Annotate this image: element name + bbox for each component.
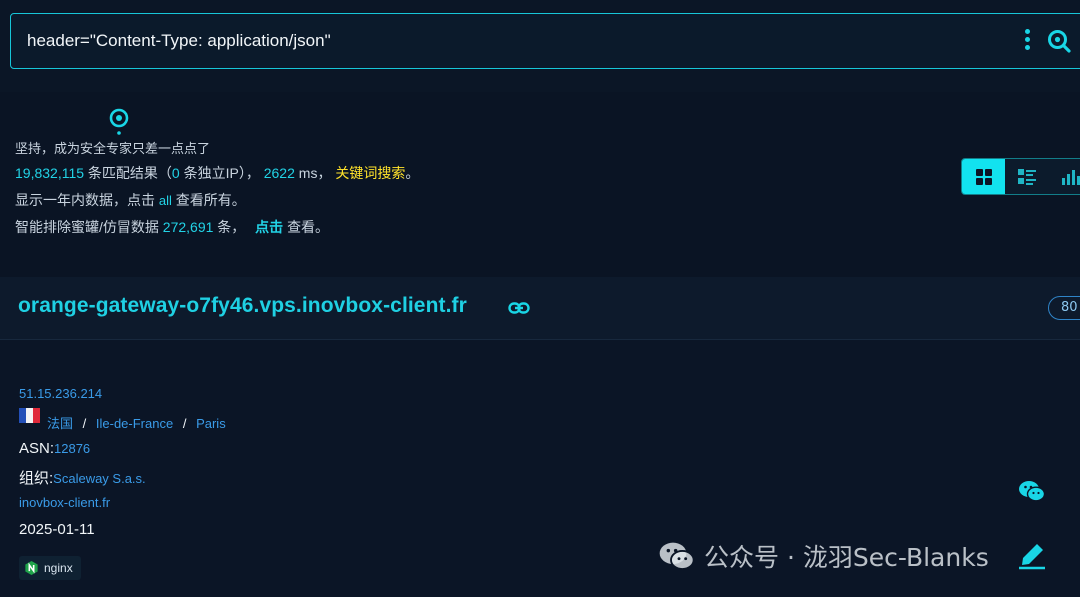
- search-icon[interactable]: [1046, 28, 1072, 54]
- edit-icon[interactable]: [1017, 538, 1047, 570]
- results-summary: [0, 92, 1080, 277]
- search-query[interactable]: header="Content-Type: application/json": [27, 31, 331, 51]
- grid-icon: [975, 168, 992, 185]
- keyword-search-link[interactable]: 关键词搜索: [335, 165, 405, 181]
- result-hostname-link[interactable]: orange-gateway-o7fy46.vps.inovbox-client…: [18, 294, 467, 318]
- nginx-tag[interactable]: nginx: [19, 556, 81, 580]
- link-icon[interactable]: [508, 301, 530, 315]
- country-link[interactable]: 法国: [47, 416, 73, 431]
- grid-view-button[interactable]: [962, 159, 1005, 194]
- search-bar-area: header="Content-Type: application/json": [0, 0, 1080, 92]
- motto-text: 坚持，成为安全专家只差一点点了: [15, 142, 211, 157]
- tag-label: nginx: [44, 561, 73, 575]
- asn-link[interactable]: 12876: [54, 441, 90, 456]
- location-pin-icon: [109, 108, 129, 135]
- kebab-icon[interactable]: [1025, 29, 1031, 53]
- ip-address-link[interactable]: 51.15.236.214: [19, 386, 102, 401]
- region-link[interactable]: Ile-de-France: [96, 416, 173, 431]
- watermark-text: 公众号 · 泷羽Sec-Blanks: [704, 543, 989, 572]
- location-line: 法国 / Ile-de-France / Paris: [47, 416, 226, 431]
- honeypot-note: 智能排除蜜罐/仿冒数据 272,691 条， 点击 查看。: [15, 219, 330, 235]
- domain-link[interactable]: inovbox-client.fr: [19, 495, 110, 510]
- match-summary: 19,832,115 条匹配结果（0 条独立IP）， 2622 ms， 关键词搜…: [15, 165, 420, 181]
- org-line: 组织:Scaleway S.a.s.: [19, 470, 146, 487]
- nginx-icon: [25, 561, 38, 575]
- asn-line: ASN:12876: [19, 440, 91, 457]
- search-input[interactable]: header="Content-Type: application/json": [10, 13, 1080, 69]
- result-card-header: orange-gateway-o7fy46.vps.inovbox-client…: [0, 277, 1080, 340]
- port-badge[interactable]: 80: [1048, 296, 1080, 320]
- bar-chart-icon: [1061, 169, 1080, 185]
- date-text: 2025-01-11: [19, 521, 95, 538]
- watermark: 公众号 · 泷羽Sec-Blanks: [658, 536, 989, 576]
- stats-view-button[interactable]: [1048, 159, 1080, 194]
- all-link[interactable]: all: [159, 193, 172, 208]
- org-link[interactable]: Scaleway S.a.s.: [53, 471, 146, 486]
- wechat-icon[interactable]: [1018, 479, 1046, 503]
- view-switcher: [961, 158, 1080, 195]
- year-filter-note: 显示一年内数据，点击 all 查看所有。: [15, 192, 246, 208]
- city-link[interactable]: Paris: [196, 416, 226, 431]
- wechat-watermark-icon: [659, 542, 695, 571]
- honeypot-click-link[interactable]: 点击: [255, 219, 283, 235]
- france-flag-icon: [19, 408, 40, 423]
- list-view-button[interactable]: [1005, 159, 1048, 194]
- list-icon: [1017, 168, 1036, 185]
